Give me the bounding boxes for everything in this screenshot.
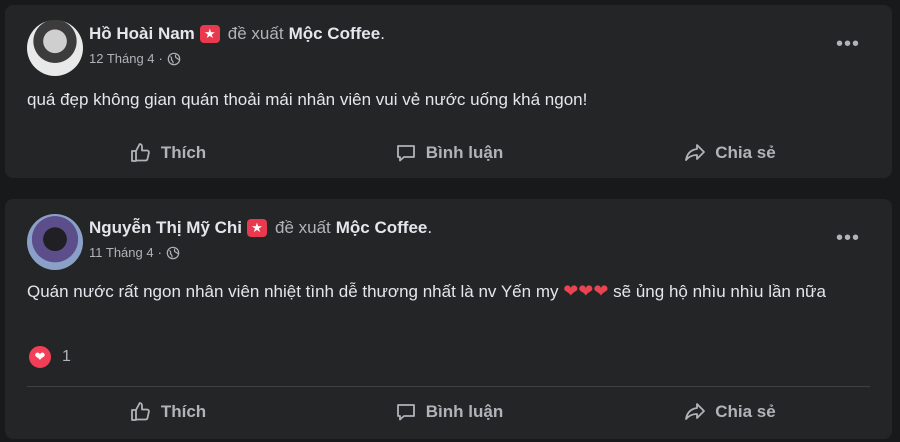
recommend-badge-icon: ★: [247, 219, 267, 237]
author-avatar[interactable]: [27, 20, 83, 76]
post-actions: Thích Bình luận Chia sẻ: [27, 136, 870, 170]
thumbs-up-icon: [130, 402, 150, 421]
header-period: .: [427, 218, 433, 237]
post-date[interactable]: 11 Tháng 4: [89, 245, 154, 260]
thumbs-up-icon: [130, 143, 150, 162]
meta-separator: ·: [157, 245, 162, 260]
page-name[interactable]: Mộc Coffee: [289, 24, 381, 44]
meta-separator: ·: [158, 51, 163, 66]
recommend-verb: đề xuất: [227, 24, 284, 43]
comment-label: Bình luận: [425, 402, 504, 421]
post-text: quá đẹp không gian quán thoải mái nhân v…: [27, 90, 588, 109]
header-period: .: [380, 24, 385, 43]
globe-icon[interactable]: [166, 246, 180, 260]
more-options-icon[interactable]: •••: [836, 34, 860, 54]
like-button[interactable]: Thích: [27, 136, 308, 170]
post-meta: 11 Tháng 4 ·: [89, 245, 180, 260]
share-label: Chia sẻ: [715, 402, 776, 421]
like-button[interactable]: Thích: [27, 395, 308, 429]
globe-icon[interactable]: [167, 52, 181, 66]
comment-button[interactable]: Bình luận: [308, 395, 589, 429]
recommend-verb: đề xuất: [275, 218, 331, 237]
more-options-icon[interactable]: •••: [836, 228, 860, 248]
share-icon: [685, 403, 706, 420]
comment-icon: [396, 145, 415, 162]
post-text: Quán nước rất ngon nhân viên nhiệt tình …: [27, 277, 852, 306]
reaction-summary[interactable]: ❤ 1: [27, 344, 71, 370]
share-button[interactable]: Chia sẻ: [589, 136, 870, 170]
post-text-start: Quán nước rất ngon nhân viên nhiệt tình …: [27, 282, 564, 301]
post-actions: Thích Bình luận Chia sẻ: [27, 395, 870, 429]
review-post: Hồ Hoài Nam ★ đề xuất Mộc Coffee . 12 Th…: [5, 5, 892, 178]
divider: [27, 386, 870, 387]
post-header: Nguyễn Thị Mỹ Chi ★ đề xuất Mộc Coffee .: [89, 216, 822, 240]
like-label: Thích: [160, 402, 207, 421]
page-name[interactable]: Mộc Coffee: [336, 218, 428, 238]
heart-emoji-icons: ❤❤❤: [563, 281, 609, 301]
post-date[interactable]: 12 Tháng 4: [89, 51, 155, 66]
post-meta: 12 Tháng 4 ·: [89, 51, 181, 66]
love-reaction-icon: ❤: [27, 344, 53, 370]
comment-button[interactable]: Bình luận: [308, 136, 589, 170]
reaction-count: 1: [62, 348, 71, 365]
author-avatar[interactable]: [27, 214, 83, 270]
recommend-badge-icon: ★: [199, 25, 220, 43]
comment-label: Bình luận: [425, 143, 504, 162]
review-post: Nguyễn Thị Mỹ Chi ★ đề xuất Mộc Coffee .…: [5, 199, 892, 439]
comment-icon: [396, 404, 415, 421]
author-name[interactable]: Hồ Hoài Nam: [89, 24, 195, 44]
share-button[interactable]: Chia sẻ: [589, 395, 870, 429]
author-name[interactable]: Nguyễn Thị Mỹ Chi: [89, 218, 242, 238]
share-icon: [685, 144, 706, 161]
post-header: Hồ Hoài Nam ★ đề xuất Mộc Coffee .: [89, 22, 822, 46]
share-label: Chia sẻ: [715, 143, 776, 162]
post-text-end: sẽ ủng hộ nhìu nhìu lần nữa: [608, 282, 826, 301]
like-label: Thích: [160, 143, 207, 162]
